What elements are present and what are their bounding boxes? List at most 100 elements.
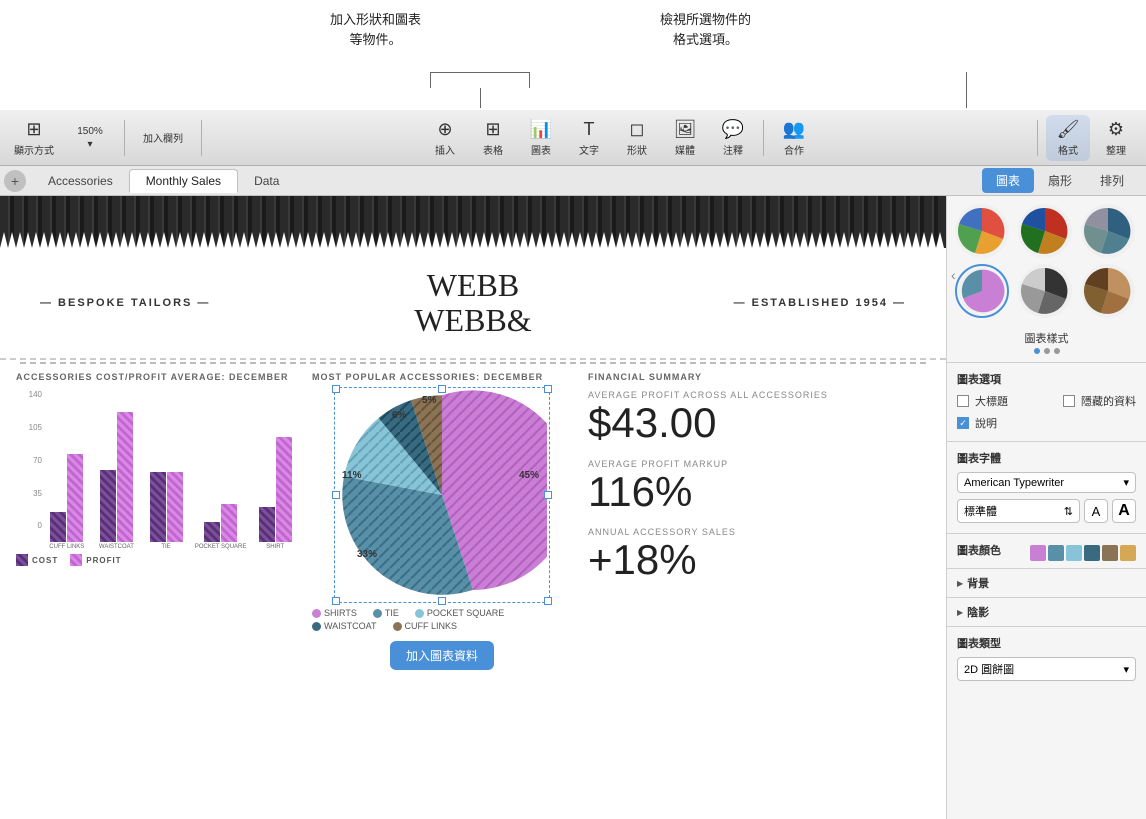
tab-monthly-sales[interactable]: Monthly Sales bbox=[129, 169, 238, 193]
profit-row: AVERAGE PROFIT ACROSS ALL ACCESSORIES $4… bbox=[588, 390, 930, 446]
organize-button[interactable]: ⚙ 整理 bbox=[1094, 115, 1138, 161]
legend-checkbox[interactable]: ✓ bbox=[957, 417, 969, 429]
handle-mr[interactable] bbox=[544, 491, 552, 499]
chart-thumb-3[interactable] bbox=[1081, 204, 1135, 258]
y-label-105: 105 bbox=[16, 423, 42, 432]
fabric-header bbox=[0, 196, 946, 248]
chart-thumb-2[interactable] bbox=[1018, 204, 1072, 258]
swatch-shirts bbox=[312, 609, 321, 618]
dot-2[interactable] bbox=[1044, 348, 1050, 354]
font-name-select[interactable]: American Typewriter ▾ bbox=[957, 472, 1136, 493]
bar-groups: CUFF LINKS WAISTCOAT bbox=[16, 410, 296, 550]
background-expand-icon: ▶ bbox=[957, 579, 963, 588]
hidden-data-checkbox[interactable] bbox=[1063, 395, 1075, 407]
bar-cost bbox=[204, 522, 220, 542]
text-button[interactable]: T 文字 bbox=[567, 115, 611, 161]
chart-font-section: 圖表字體 American Typewriter ▾ 標準體 ⇅ A A bbox=[947, 441, 1146, 533]
handle-tr[interactable] bbox=[544, 385, 552, 393]
bar-profit bbox=[117, 412, 133, 542]
view-mode-button[interactable]: ⊞ 顯示方式 bbox=[8, 115, 60, 161]
chart-label: 圖表 bbox=[531, 142, 551, 157]
sales-value: +18% bbox=[588, 537, 930, 583]
color-swatch-6[interactable] bbox=[1120, 545, 1136, 561]
organize-icon: ⚙ bbox=[1108, 119, 1124, 140]
handle-bc[interactable] bbox=[438, 597, 446, 605]
y-axis: 140 105 70 35 0 bbox=[16, 390, 42, 530]
hidden-data-label: 隱藏的資料 bbox=[1081, 393, 1136, 409]
main-layout: — BESPOKE TAILORS — WEBB WEBB& — ESTABLI… bbox=[0, 196, 1146, 819]
bar-profit bbox=[276, 437, 292, 542]
color-swatch-5[interactable] bbox=[1102, 545, 1118, 561]
tab-accessories[interactable]: Accessories bbox=[32, 170, 129, 192]
handle-tc[interactable] bbox=[438, 385, 446, 393]
swatch-pocket bbox=[415, 609, 424, 618]
right-panel: ‹ bbox=[946, 196, 1146, 819]
pie-chart-section: MOST POPULAR ACCESSORIES: DECEMBER bbox=[312, 372, 572, 682]
color-swatch-2[interactable] bbox=[1048, 545, 1064, 561]
financial-section: FINANCIAL SUMMARY AVERAGE PROFIT ACROSS … bbox=[588, 372, 930, 682]
chart-thumb-4[interactable] bbox=[955, 264, 1009, 318]
comment-label: 注釋 bbox=[723, 142, 743, 157]
table-button[interactable]: ⊞ 表格 bbox=[471, 115, 515, 161]
add-column-button[interactable]: 加入欄列 bbox=[137, 126, 189, 149]
swatch-cufflinks bbox=[393, 622, 402, 631]
table-icon: ⊞ bbox=[485, 119, 500, 140]
collaborate-label: 合作 bbox=[784, 142, 804, 157]
zoom-button[interactable]: 150% ▾ bbox=[68, 122, 112, 154]
comment-button[interactable]: 💬 注釋 bbox=[711, 115, 755, 161]
add-column-label: 加入欄列 bbox=[143, 130, 183, 145]
color-row: 圖表顏色 bbox=[957, 542, 1136, 564]
background-section[interactable]: ▶ 背景 bbox=[947, 568, 1146, 597]
bar-group-tie: TIE bbox=[145, 472, 187, 550]
panel-tab-chart[interactable]: 圖表 bbox=[982, 168, 1034, 193]
handle-bl[interactable] bbox=[332, 597, 340, 605]
pie-chart-container[interactable]: 45% 33% 11% 6% 5% bbox=[337, 390, 547, 600]
dot-3[interactable] bbox=[1054, 348, 1060, 354]
bar-group-cuff-links: CUFF LINKS bbox=[46, 454, 88, 550]
handle-tl[interactable] bbox=[332, 385, 340, 393]
bar-profit bbox=[167, 472, 183, 542]
shadow-section[interactable]: ▶ 陰影 bbox=[947, 597, 1146, 626]
tab-data[interactable]: Data bbox=[238, 170, 295, 192]
chart-thumb-6[interactable] bbox=[1081, 264, 1135, 318]
add-chart-data-button[interactable]: 加入圖表資料 bbox=[390, 641, 494, 670]
cost-swatch bbox=[16, 554, 28, 566]
chart-style-prev-button[interactable]: ‹ bbox=[947, 263, 960, 287]
format-button[interactable]: 🖌 格式 bbox=[1046, 115, 1090, 161]
main-wrapper: 加入形狀和圖表 等物件。 檢視所選物件的 格式選項。 ⊞ 顯示方式 150% ▾… bbox=[0, 0, 1146, 819]
collaborate-button[interactable]: 👥 合作 bbox=[772, 115, 816, 161]
chart-type-chevron: ▾ bbox=[1123, 663, 1129, 676]
font-larger-button[interactable]: A bbox=[1112, 499, 1136, 523]
color-swatch-1[interactable] bbox=[1030, 545, 1046, 561]
line-right bbox=[966, 72, 967, 108]
chart-thumb-5[interactable] bbox=[1018, 264, 1072, 318]
chart-button[interactable]: 📊 圖表 bbox=[519, 115, 563, 161]
bar-group-waistcoat: WAISTCOAT bbox=[96, 412, 138, 550]
hero-logo-text: WEBB WEBB& bbox=[414, 268, 531, 338]
font-style-chevron: ⇅ bbox=[1064, 505, 1073, 518]
handle-ml[interactable] bbox=[332, 491, 340, 499]
panel-tab-slice[interactable]: 扇形 bbox=[1034, 168, 1086, 193]
profit-swatch bbox=[70, 554, 82, 566]
color-swatch-3[interactable] bbox=[1066, 545, 1082, 561]
font-style-select[interactable]: 標準體 ⇅ bbox=[957, 499, 1080, 523]
handle-br[interactable] bbox=[544, 597, 552, 605]
insert-button[interactable]: ⊕ 插入 bbox=[423, 115, 467, 161]
y-label-0: 0 bbox=[16, 521, 42, 530]
media-button[interactable]: 🖼 媒體 bbox=[663, 115, 707, 161]
add-tab-button[interactable]: + bbox=[4, 170, 26, 192]
dot-1[interactable] bbox=[1034, 348, 1040, 354]
panel-tab-arrange[interactable]: 排列 bbox=[1086, 168, 1138, 193]
hero-logo: WEBB WEBB& bbox=[414, 268, 531, 338]
pie-svg bbox=[337, 390, 547, 600]
title-checkbox[interactable] bbox=[957, 395, 969, 407]
bracket-left bbox=[430, 72, 530, 88]
font-smaller-button[interactable]: A bbox=[1084, 499, 1108, 523]
chart-thumb-1[interactable] bbox=[955, 204, 1009, 258]
legend-label: 說明 bbox=[975, 415, 997, 431]
color-swatch-4[interactable] bbox=[1084, 545, 1100, 561]
shape-button[interactable]: ◻ 形狀 bbox=[615, 115, 659, 161]
table-label: 表格 bbox=[483, 142, 503, 157]
bar-cost bbox=[259, 507, 275, 542]
chart-type-select[interactable]: 2D 圓餅圖 ▾ bbox=[957, 657, 1136, 681]
